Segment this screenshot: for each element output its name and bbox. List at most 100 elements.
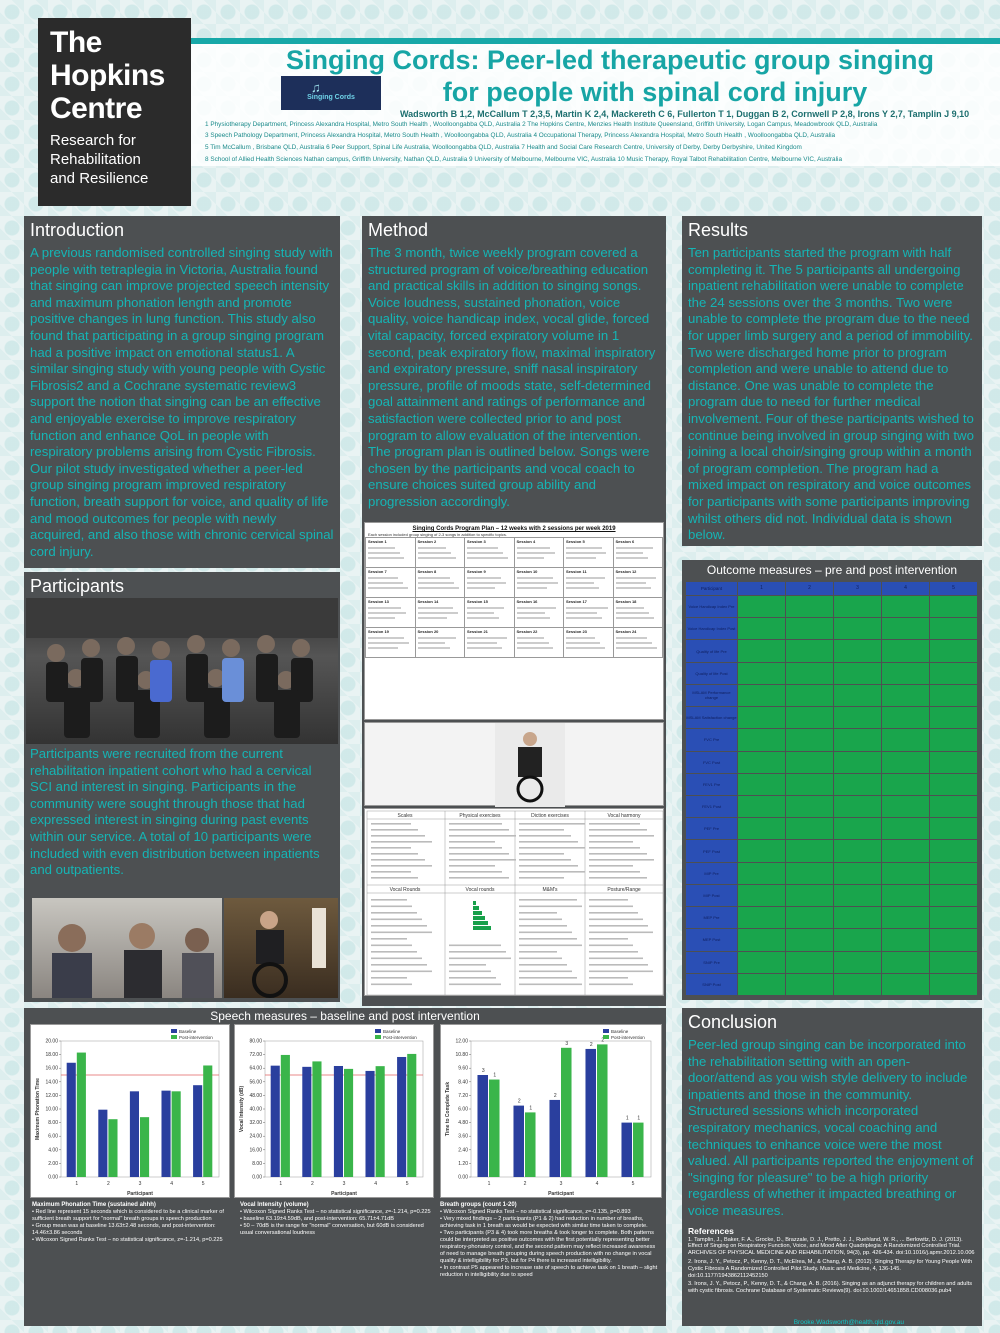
wheelchair-photo-figure	[252, 908, 326, 998]
outcome-value-cell	[930, 929, 977, 951]
singing-cords-logo-text: Singing Cords	[307, 94, 355, 101]
session-photo	[32, 898, 222, 998]
plan-text-line	[368, 647, 399, 649]
bar-post-intervention	[280, 1054, 290, 1177]
outcome-value-cell	[738, 796, 785, 818]
outcome-header-participant: 5	[930, 582, 977, 595]
plan-row: Session 19 Session 20 Session 21 Session 22…	[365, 627, 663, 658]
outcome-value-cell	[834, 751, 881, 773]
exercise-text-line	[589, 925, 648, 927]
y-tick-label: 18.00	[45, 1052, 58, 1058]
y-tick-label: 6.00	[458, 1107, 468, 1113]
bar-post-intervention	[489, 1079, 500, 1177]
x-tick-label: 4	[596, 1181, 599, 1187]
bar-post-intervention	[561, 1047, 572, 1177]
outcome-row-label: MSLAM Performance change	[686, 684, 737, 707]
outcome-row-label: Quality of life Post	[686, 662, 737, 684]
exercise-text-line	[371, 951, 417, 953]
plan-text-line	[417, 557, 457, 559]
exercise-text-line	[519, 977, 577, 979]
outcome-value-cell	[882, 751, 929, 773]
exercise-text-line	[449, 829, 509, 831]
plan-session-cell: Session 9	[464, 567, 515, 598]
bar-post-intervention	[375, 1066, 385, 1177]
caption-max-phonation-item-2: • Group mean was at baseline 13.63±2.48 …	[32, 1223, 216, 1236]
plan-text-line	[615, 647, 657, 649]
exercise-text-line	[371, 931, 432, 934]
y-tick-label: 2.40	[458, 1147, 468, 1153]
x-tick-label: 2	[311, 1181, 314, 1187]
bar-post-intervention	[525, 1112, 536, 1177]
y-tick-label: 7.20	[458, 1093, 468, 1099]
y-tick-label: 14.00	[45, 1079, 58, 1085]
bar-post-intervention	[171, 1091, 181, 1177]
outcome-value-cell	[738, 907, 785, 929]
plan-text-line	[417, 642, 446, 644]
outcome-value-cell	[738, 951, 785, 973]
plan-text-line	[368, 577, 398, 579]
exercise-text-line	[449, 951, 506, 953]
outcome-value-cell	[882, 796, 929, 818]
hopkins-centre-logo: The Hopkins Centre Research for Rehabili…	[38, 18, 191, 206]
outcome-value-cell	[882, 618, 929, 640]
plan-session-cell: Session 13	[365, 597, 416, 628]
bar-baseline	[98, 1109, 108, 1177]
outcome-value-cell	[930, 840, 977, 862]
title-line-1: Singing Cords: Peer-led therapeutic grou…	[285, 45, 935, 75]
logo-tagline-1: Research for	[50, 132, 136, 149]
exercise-text-line	[371, 964, 427, 966]
outcome-value-cell	[930, 751, 977, 773]
outcome-value-cell	[834, 796, 881, 818]
plan-session-label: Session 6	[615, 539, 635, 544]
caption-max-phonation-title: Maximum Phonation Time (sustained ahhh)	[32, 1202, 156, 1208]
exercise-text-line	[449, 835, 516, 837]
plan-text-line	[368, 547, 395, 549]
y-tick-label: 2.00	[48, 1161, 58, 1167]
caption-vocal-intensity: Vocal Intensity (volume) • Wilcoxon Sign…	[240, 1202, 434, 1237]
performer-photo-figure	[495, 723, 565, 807]
y-tick-label: 0.00	[252, 1175, 262, 1181]
plan-session-cell: Session 3	[464, 537, 515, 568]
plan-session-label: Session 2	[417, 539, 437, 544]
exercise-text-line	[589, 841, 633, 843]
plan-session-label: Session 22	[516, 629, 538, 634]
exercises-grid: Scales Physical exercises Diction exerci…	[366, 810, 664, 996]
outcome-value-cell	[738, 640, 785, 662]
x-tick-label: 5	[202, 1181, 205, 1187]
plan-text-line	[467, 607, 505, 609]
plan-text-line	[417, 647, 450, 649]
plan-text-line	[368, 552, 400, 554]
y-tick-label: 4.80	[458, 1120, 468, 1126]
exercise-text-line	[449, 865, 495, 867]
y-axis-label: Time to Complete Task	[445, 1082, 451, 1136]
participants-panel: Participants Participants were recruited…	[24, 572, 340, 1002]
y-tick-label: 8.40	[458, 1079, 468, 1085]
exercise-text-line	[519, 951, 557, 953]
participants-body: Participants were recruited from the cur…	[30, 746, 320, 878]
plan-text-line	[615, 552, 643, 554]
outcome-value-cell	[882, 951, 929, 973]
exercise-text-line	[371, 841, 432, 843]
plan-text-line	[615, 587, 651, 589]
caption-breath-groups-item-4: • In contrast P5 appeared to increase ra…	[440, 1265, 658, 1278]
bar-baseline	[621, 1122, 632, 1177]
plan-text-line	[368, 557, 405, 559]
program-plan-table: Singing Cords Program Plan – 12 weeks wi…	[364, 522, 664, 720]
chart-max-phonation-svg: 0.00 2.00 4.00 6.00 8.00 10.00 12.00 14.00 16.00…	[35, 1029, 220, 1197]
plan-text-line	[417, 587, 460, 589]
outcome-value-cell	[834, 929, 881, 951]
caption-vocal-intensity-item-1: • Wilcoxon Signed Ranks Test – no statis…	[240, 1209, 431, 1215]
plan-session-cell: Session 7	[365, 567, 416, 598]
y-tick-label: 4.00	[48, 1147, 58, 1153]
exercise-text-line	[371, 847, 411, 849]
outcome-value-cell	[930, 884, 977, 907]
plan-text-line	[566, 612, 598, 614]
introduction-body: A previous randomised controlled singing…	[30, 245, 334, 559]
exercise-text-line	[589, 829, 647, 831]
plan-session-label: Session 5	[566, 539, 585, 544]
plan-text-line	[516, 642, 549, 644]
plan-text-line	[467, 647, 502, 649]
exercise-text-line	[519, 925, 567, 927]
caption-vocal-intensity-item-3: • 50 – 70dB is the range for "normal" co…	[240, 1223, 424, 1236]
contact-email[interactable]: Brooke.Wadsworth@health.qld.gov.au	[794, 1319, 904, 1326]
